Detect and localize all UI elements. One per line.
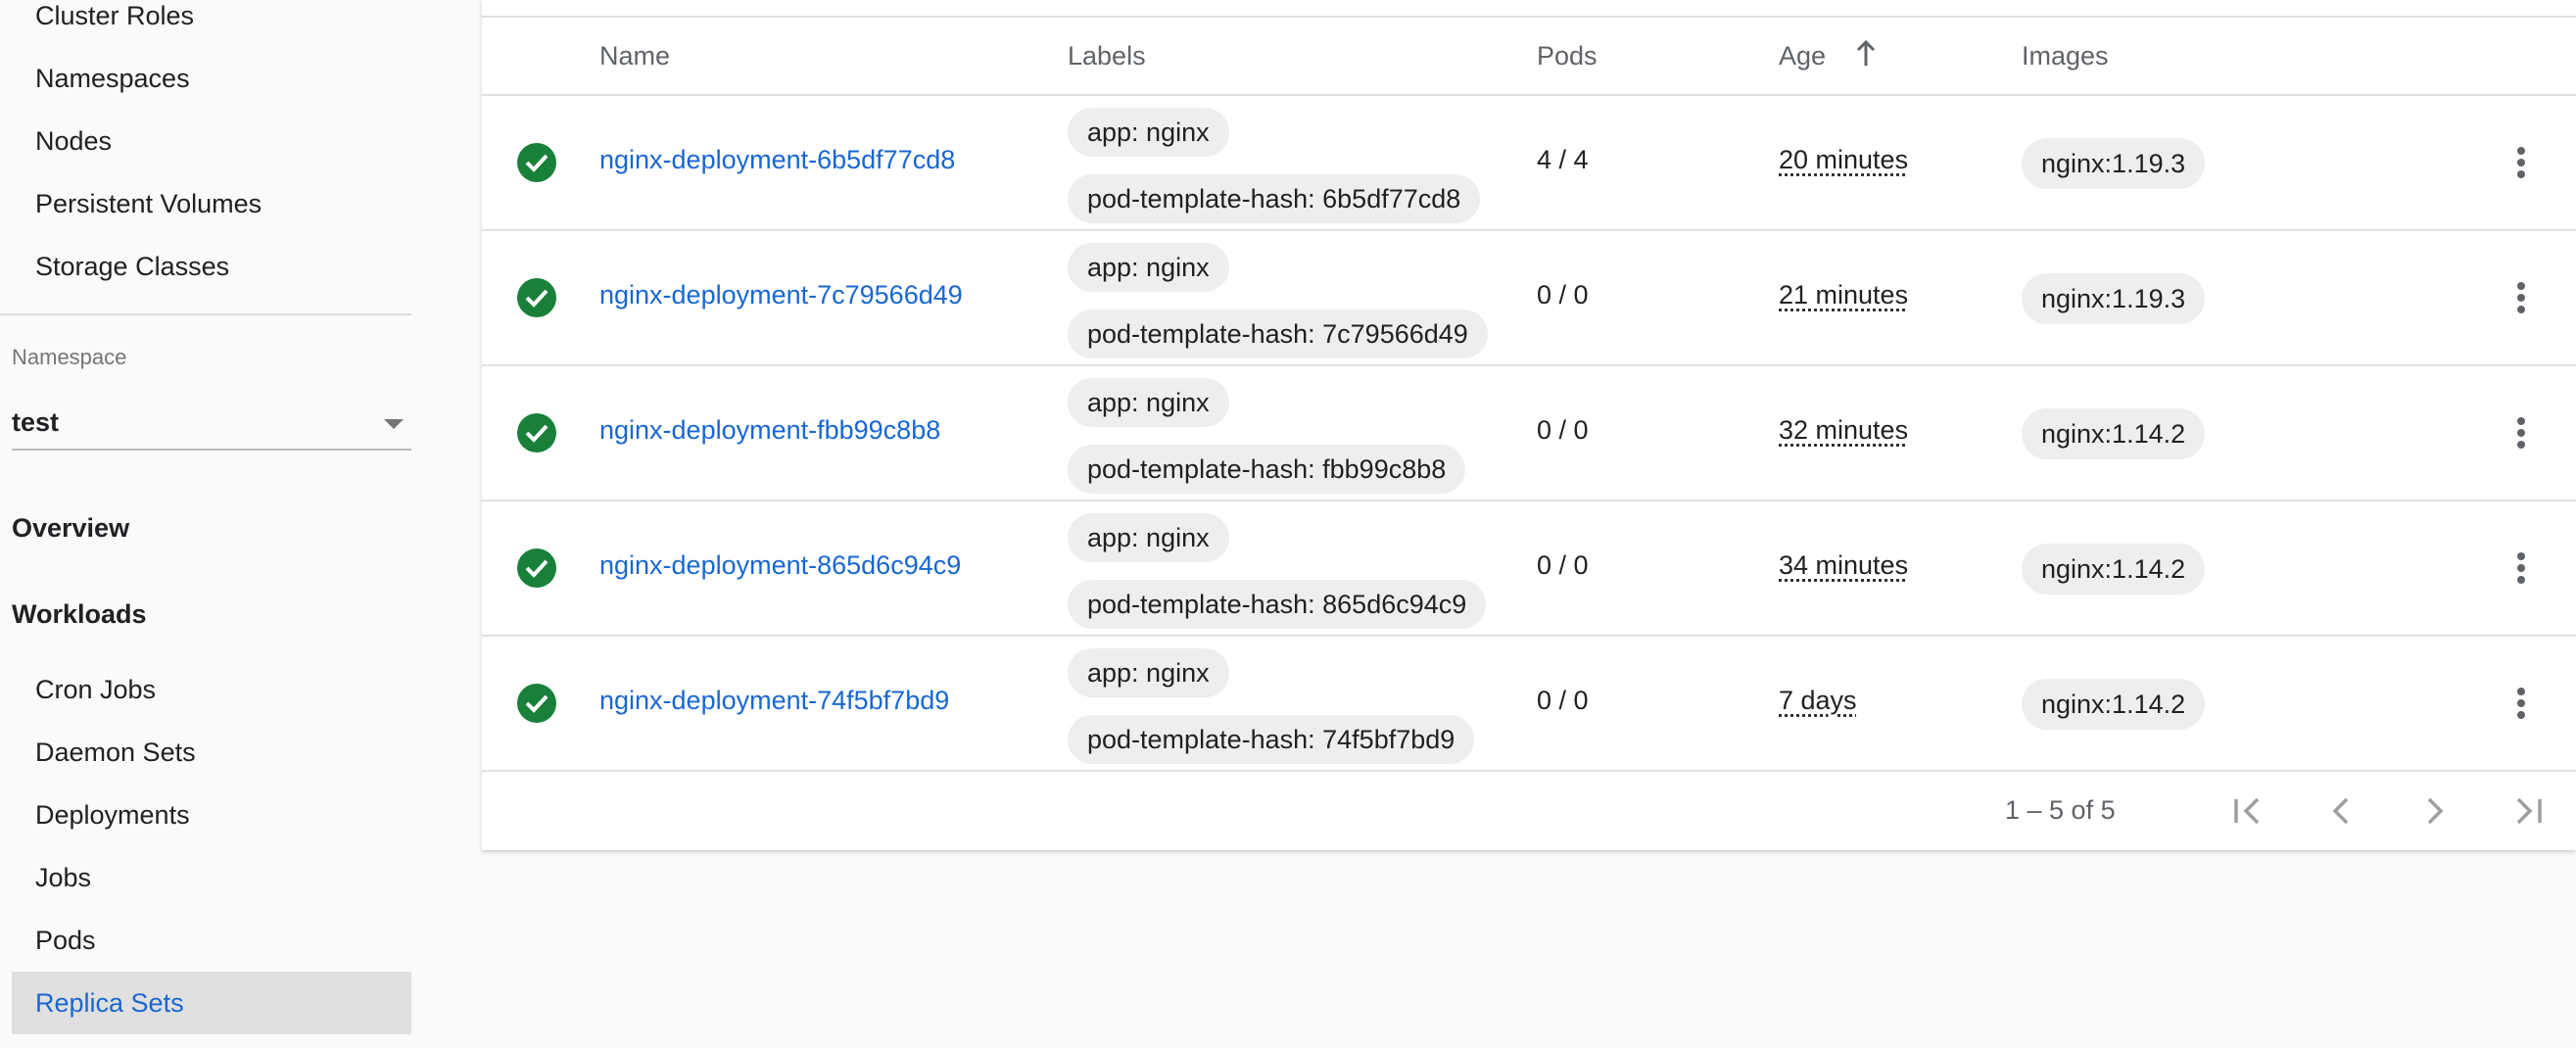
more-vert-icon[interactable] xyxy=(2498,409,2545,456)
image-chip: nginx:1.19.3 xyxy=(2022,138,2206,189)
label-chip: pod-template-hash: 74f5bf7bd9 xyxy=(1068,715,1475,764)
arrow-upward-icon[interactable] xyxy=(1855,39,1877,69)
sidebar-item-label: Pods xyxy=(35,925,96,955)
pods-count: 4 / 4 xyxy=(1537,145,1589,174)
sidebar-item-label: Cron Jobs xyxy=(35,674,157,704)
label-chip: pod-template-hash: fbb99c8b8 xyxy=(1068,445,1466,494)
column-header-name[interactable]: Name xyxy=(599,41,670,71)
more-vert-icon[interactable] xyxy=(2498,139,2545,186)
age-value: 20 minutes xyxy=(1779,145,1909,174)
sidebar-item-label: Replica Sets xyxy=(35,987,184,1018)
check-circle-icon xyxy=(517,684,556,723)
label-chip: app: nginx xyxy=(1068,513,1229,562)
column-header-images: Images xyxy=(2022,41,2109,71)
sidebar-item-replica-sets[interactable]: Replica Sets xyxy=(12,972,411,1034)
namespace-label: Namespace xyxy=(12,345,127,369)
more-vert-icon[interactable] xyxy=(2498,274,2545,321)
sidebar-item-namespaces[interactable]: Namespaces xyxy=(0,47,411,110)
pods-count: 0 / 0 xyxy=(1537,686,1589,715)
sidebar-item-jobs[interactable]: Jobs xyxy=(0,846,411,909)
sidebar-item-label: Storage Classes xyxy=(35,251,230,281)
more-vert-icon[interactable] xyxy=(2498,680,2545,727)
table-row: nginx-deployment-7c79566d49 app: nginx p… xyxy=(482,231,2576,366)
sidebar-overview[interactable]: Overview xyxy=(12,513,129,544)
replica-set-name-link[interactable]: nginx-deployment-865d6c94c9 xyxy=(599,550,961,581)
age-value: 34 minutes xyxy=(1779,550,1909,580)
table-header-row: Name Labels Pods Age Images xyxy=(482,18,2576,96)
label-chip: pod-template-hash: 6b5df77cd8 xyxy=(1068,174,1481,223)
sidebar-item-cron-jobs[interactable]: Cron Jobs xyxy=(0,658,411,721)
age-value: 7 days xyxy=(1779,686,1857,715)
sidebar-workloads[interactable]: Workloads xyxy=(12,599,147,630)
pods-count: 0 / 0 xyxy=(1537,280,1589,310)
sidebar-item-persistent-volumes[interactable]: Persistent Volumes xyxy=(0,172,411,235)
age-value: 21 minutes xyxy=(1779,280,1909,310)
column-header-age[interactable]: Age xyxy=(1779,41,1826,71)
sidebar-item-label: Persistent Volumes xyxy=(35,188,262,218)
namespace-value: test xyxy=(12,407,60,437)
check-circle-icon xyxy=(517,278,556,317)
namespace-select[interactable]: test xyxy=(12,396,411,451)
age-value: 32 minutes xyxy=(1779,415,1909,445)
replica-set-name-link[interactable]: nginx-deployment-7c79566d49 xyxy=(599,280,963,310)
image-chip: nginx:1.14.2 xyxy=(2022,679,2206,730)
sidebar-item-label: Namespaces xyxy=(35,63,190,93)
table-row: nginx-deployment-6b5df77cd8 app: nginx p… xyxy=(482,96,2576,231)
chevron-left-icon[interactable] xyxy=(2315,786,2366,836)
sidebar-item-label: Jobs xyxy=(35,862,92,892)
sidebar-item-label: Daemon Sets xyxy=(35,737,196,767)
sidebar-item-pods[interactable]: Pods xyxy=(0,909,411,972)
table-row: nginx-deployment-fbb99c8b8 app: nginx po… xyxy=(482,366,2576,501)
column-header-pods: Pods xyxy=(1537,41,1598,71)
sidebar: Cluster Roles Namespaces Nodes Persisten… xyxy=(0,0,411,1048)
paginator: 1 – 5 of 5 xyxy=(482,772,2576,850)
chevron-right-icon[interactable] xyxy=(2409,786,2460,836)
first-page-icon[interactable] xyxy=(2221,786,2272,836)
more-vert-icon[interactable] xyxy=(2498,545,2545,592)
check-circle-icon xyxy=(517,413,556,453)
label-chip: app: nginx xyxy=(1068,648,1229,697)
sidebar-item-label: Cluster Roles xyxy=(35,0,195,30)
table-row: nginx-deployment-865d6c94c9 app: nginx p… xyxy=(482,501,2576,637)
image-chip: nginx:1.14.2 xyxy=(2022,544,2206,595)
sidebar-item-cluster-roles[interactable]: Cluster Roles xyxy=(0,0,411,47)
label-chip: pod-template-hash: 865d6c94c9 xyxy=(1068,580,1487,629)
replica-sets-table-card: Name Labels Pods Age Images nginx-deploy… xyxy=(482,0,2576,850)
column-header-labels: Labels xyxy=(1068,41,1146,71)
sidebar-divider xyxy=(0,313,411,315)
image-chip: nginx:1.14.2 xyxy=(2022,408,2206,459)
check-circle-icon xyxy=(517,548,556,588)
dropdown-arrow-icon xyxy=(384,419,404,429)
pods-count: 0 / 0 xyxy=(1537,415,1589,445)
replica-set-name-link[interactable]: nginx-deployment-6b5df77cd8 xyxy=(599,145,955,175)
paginator-range-label: 1 – 5 of 5 xyxy=(2005,795,2116,825)
replica-set-name-link[interactable]: nginx-deployment-74f5bf7bd9 xyxy=(599,686,949,716)
last-page-icon[interactable] xyxy=(2504,786,2554,836)
replica-set-name-link[interactable]: nginx-deployment-fbb99c8b8 xyxy=(599,415,940,446)
label-chip: pod-template-hash: 7c79566d49 xyxy=(1068,310,1488,358)
sidebar-item-deployments[interactable]: Deployments xyxy=(0,784,411,846)
image-chip: nginx:1.19.3 xyxy=(2022,273,2206,324)
sidebar-item-label: Nodes xyxy=(35,125,113,156)
pods-count: 0 / 0 xyxy=(1537,550,1589,580)
table-row: nginx-deployment-74f5bf7bd9 app: nginx p… xyxy=(482,637,2576,772)
label-chip: app: nginx xyxy=(1068,243,1229,292)
label-chip: app: nginx xyxy=(1068,108,1229,157)
sidebar-item-label: Deployments xyxy=(35,799,190,830)
check-circle-icon xyxy=(517,143,556,182)
sidebar-item-nodes[interactable]: Nodes xyxy=(0,110,411,172)
sidebar-item-daemon-sets[interactable]: Daemon Sets xyxy=(0,721,411,784)
sidebar-item-storage-classes[interactable]: Storage Classes xyxy=(0,235,411,298)
label-chip: app: nginx xyxy=(1068,378,1229,427)
